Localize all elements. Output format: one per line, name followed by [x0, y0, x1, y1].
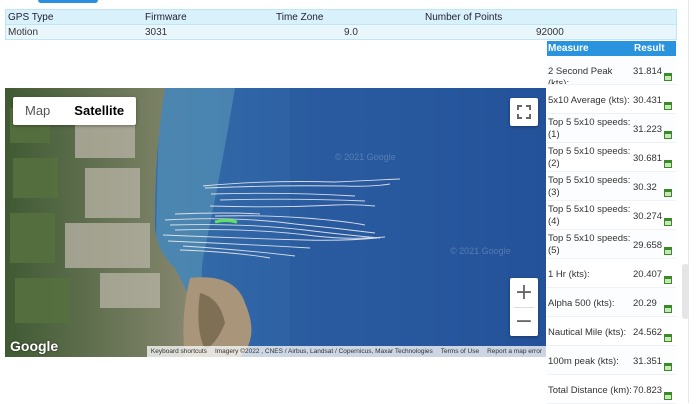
stat-row: 5x10 Average (kts): 30.431: [547, 85, 676, 114]
calendar-icon[interactable]: [664, 189, 672, 197]
stat-row: Top 5 5x10 speeds: (4) 30.274: [547, 201, 676, 230]
calendar-icon[interactable]: [664, 160, 672, 168]
stat-row: Alpha 500 (kts): 20.29: [547, 288, 676, 317]
calendar-icon[interactable]: [664, 334, 672, 342]
stat-label: 2 Second Peak (kts):: [548, 66, 613, 84]
imagery-credit: Imagery ©2022 , CNES / Airbus, Landsat /…: [214, 348, 433, 355]
map-imagery: [5, 88, 546, 357]
stat-label: 5x10 Average (kts):: [548, 95, 630, 106]
stat-value: 31.223: [633, 124, 663, 135]
stat-row: 2 Second Peak (kts): 31.814: [547, 56, 676, 85]
stats-rows: 2 Second Peak (kts): 31.814 5x10 Average …: [547, 56, 676, 404]
value-firmware: 3031: [145, 26, 168, 38]
stat-row: Top 5 5x10 speeds: (3) 30.32: [547, 172, 676, 201]
calendar-icon[interactable]: [664, 363, 672, 371]
google-logo: Google: [10, 338, 59, 354]
scrollbar-thumb[interactable]: [682, 264, 689, 319]
stat-value: 30.681: [633, 153, 663, 164]
header-number-of-points: Number of Points: [425, 11, 503, 23]
tab-indicator: [38, 0, 98, 3]
value-time-zone: 9.0: [344, 26, 358, 38]
satellite-map[interactable]: © 2021 Google © 2021 Google Map Satellit…: [5, 88, 546, 357]
stats-header-row: Measure Result: [547, 41, 676, 56]
stat-row: Top 5 5x10 speeds: (5) 29.658: [547, 230, 676, 259]
calendar-icon[interactable]: [664, 102, 672, 110]
zoom-out-button[interactable]: −: [510, 307, 538, 336]
calendar-icon[interactable]: [664, 276, 672, 284]
stat-label: Total Distance (km):: [548, 385, 632, 396]
stat-value: 24.562: [633, 327, 663, 338]
value-number-of-points: 92000: [536, 26, 564, 38]
info-value-row: Motion 3031 9.0 92000: [6, 25, 676, 39]
stat-value: 31.351: [633, 356, 663, 367]
stat-value: 70.823: [633, 385, 663, 396]
stat-row: Top 5 5x10 speeds: (1) 31.223: [547, 114, 676, 143]
stat-row: Top 5 5x10 speeds: (2) 30.681: [547, 143, 676, 172]
terms-of-use-link[interactable]: Terms of Use: [437, 348, 483, 355]
session-stats-table: Measure Result 2 Second Peak (kts): 31.81…: [547, 41, 676, 404]
fullscreen-button[interactable]: [510, 98, 538, 126]
stat-label: Top 5 5x10 speeds: (5): [548, 233, 631, 256]
stat-row: Total Distance (km): 70.823: [547, 375, 676, 404]
header-time-zone: Time Zone: [276, 11, 324, 23]
stat-label: Top 5 5x10 speeds: (3): [548, 175, 631, 198]
stat-label: Alpha 500 (kts):: [548, 298, 615, 309]
zoom-divider: [514, 307, 534, 308]
zoom-control: + −: [510, 278, 538, 336]
map-attribution: Keyboard shortcuts Imagery ©2022 , CNES …: [146, 346, 546, 357]
stat-value: 30.32: [633, 182, 657, 193]
stat-value: 20.29: [633, 298, 657, 309]
calendar-icon[interactable]: [664, 247, 672, 255]
stat-label: Top 5 5x10 speeds: (4): [548, 204, 631, 227]
stat-label: 1 Hr (kts):: [548, 269, 590, 280]
stat-value: 30.431: [633, 95, 663, 106]
stat-value: 20.407: [633, 269, 663, 280]
map-watermark: © 2021 Google: [335, 152, 396, 162]
stat-row: Nautical Mile (kts): 24.562: [547, 317, 676, 346]
stat-label: Top 5 5x10 speeds: (1): [548, 117, 631, 140]
zoom-in-button[interactable]: +: [510, 278, 538, 307]
stat-label: Top 5 5x10 speeds: (2): [548, 146, 631, 169]
header-gps-type: GPS Type: [8, 11, 54, 23]
value-gps-type: Motion: [8, 26, 39, 38]
satellite-view-button[interactable]: Satellite: [62, 97, 136, 125]
info-header-row: GPS Type Firmware Time Zone Number of Po…: [6, 10, 676, 25]
calendar-icon[interactable]: [664, 392, 672, 400]
stat-value: 31.814: [633, 66, 663, 77]
map-view-button[interactable]: Map: [13, 97, 62, 125]
header-measure: Measure: [548, 43, 589, 54]
header-firmware: Firmware: [145, 11, 187, 23]
calendar-icon[interactable]: [664, 218, 672, 226]
report-map-error-link[interactable]: Report a map error: [483, 348, 546, 355]
keyboard-shortcuts-link[interactable]: Keyboard shortcuts: [147, 348, 211, 355]
calendar-icon[interactable]: [664, 73, 672, 81]
stat-value: 30.274: [633, 211, 663, 222]
stat-row: 1 Hr (kts): 20.407: [547, 259, 676, 288]
header-result: Result: [634, 43, 665, 54]
map-watermark: © 2021 Google: [450, 246, 511, 256]
stat-row: 100m peak (kts): 31.351: [547, 346, 676, 375]
calendar-icon[interactable]: [664, 131, 672, 139]
gps-info-table: GPS Type Firmware Time Zone Number of Po…: [5, 9, 677, 40]
fullscreen-icon: [517, 105, 531, 119]
stat-value: 29.658: [633, 240, 663, 251]
map-type-control: Map Satellite: [13, 97, 137, 125]
stat-label: Nautical Mile (kts):: [548, 327, 627, 338]
calendar-icon[interactable]: [664, 305, 672, 313]
page-border: [688, 0, 689, 403]
stat-label: 100m peak (kts):: [548, 356, 619, 367]
